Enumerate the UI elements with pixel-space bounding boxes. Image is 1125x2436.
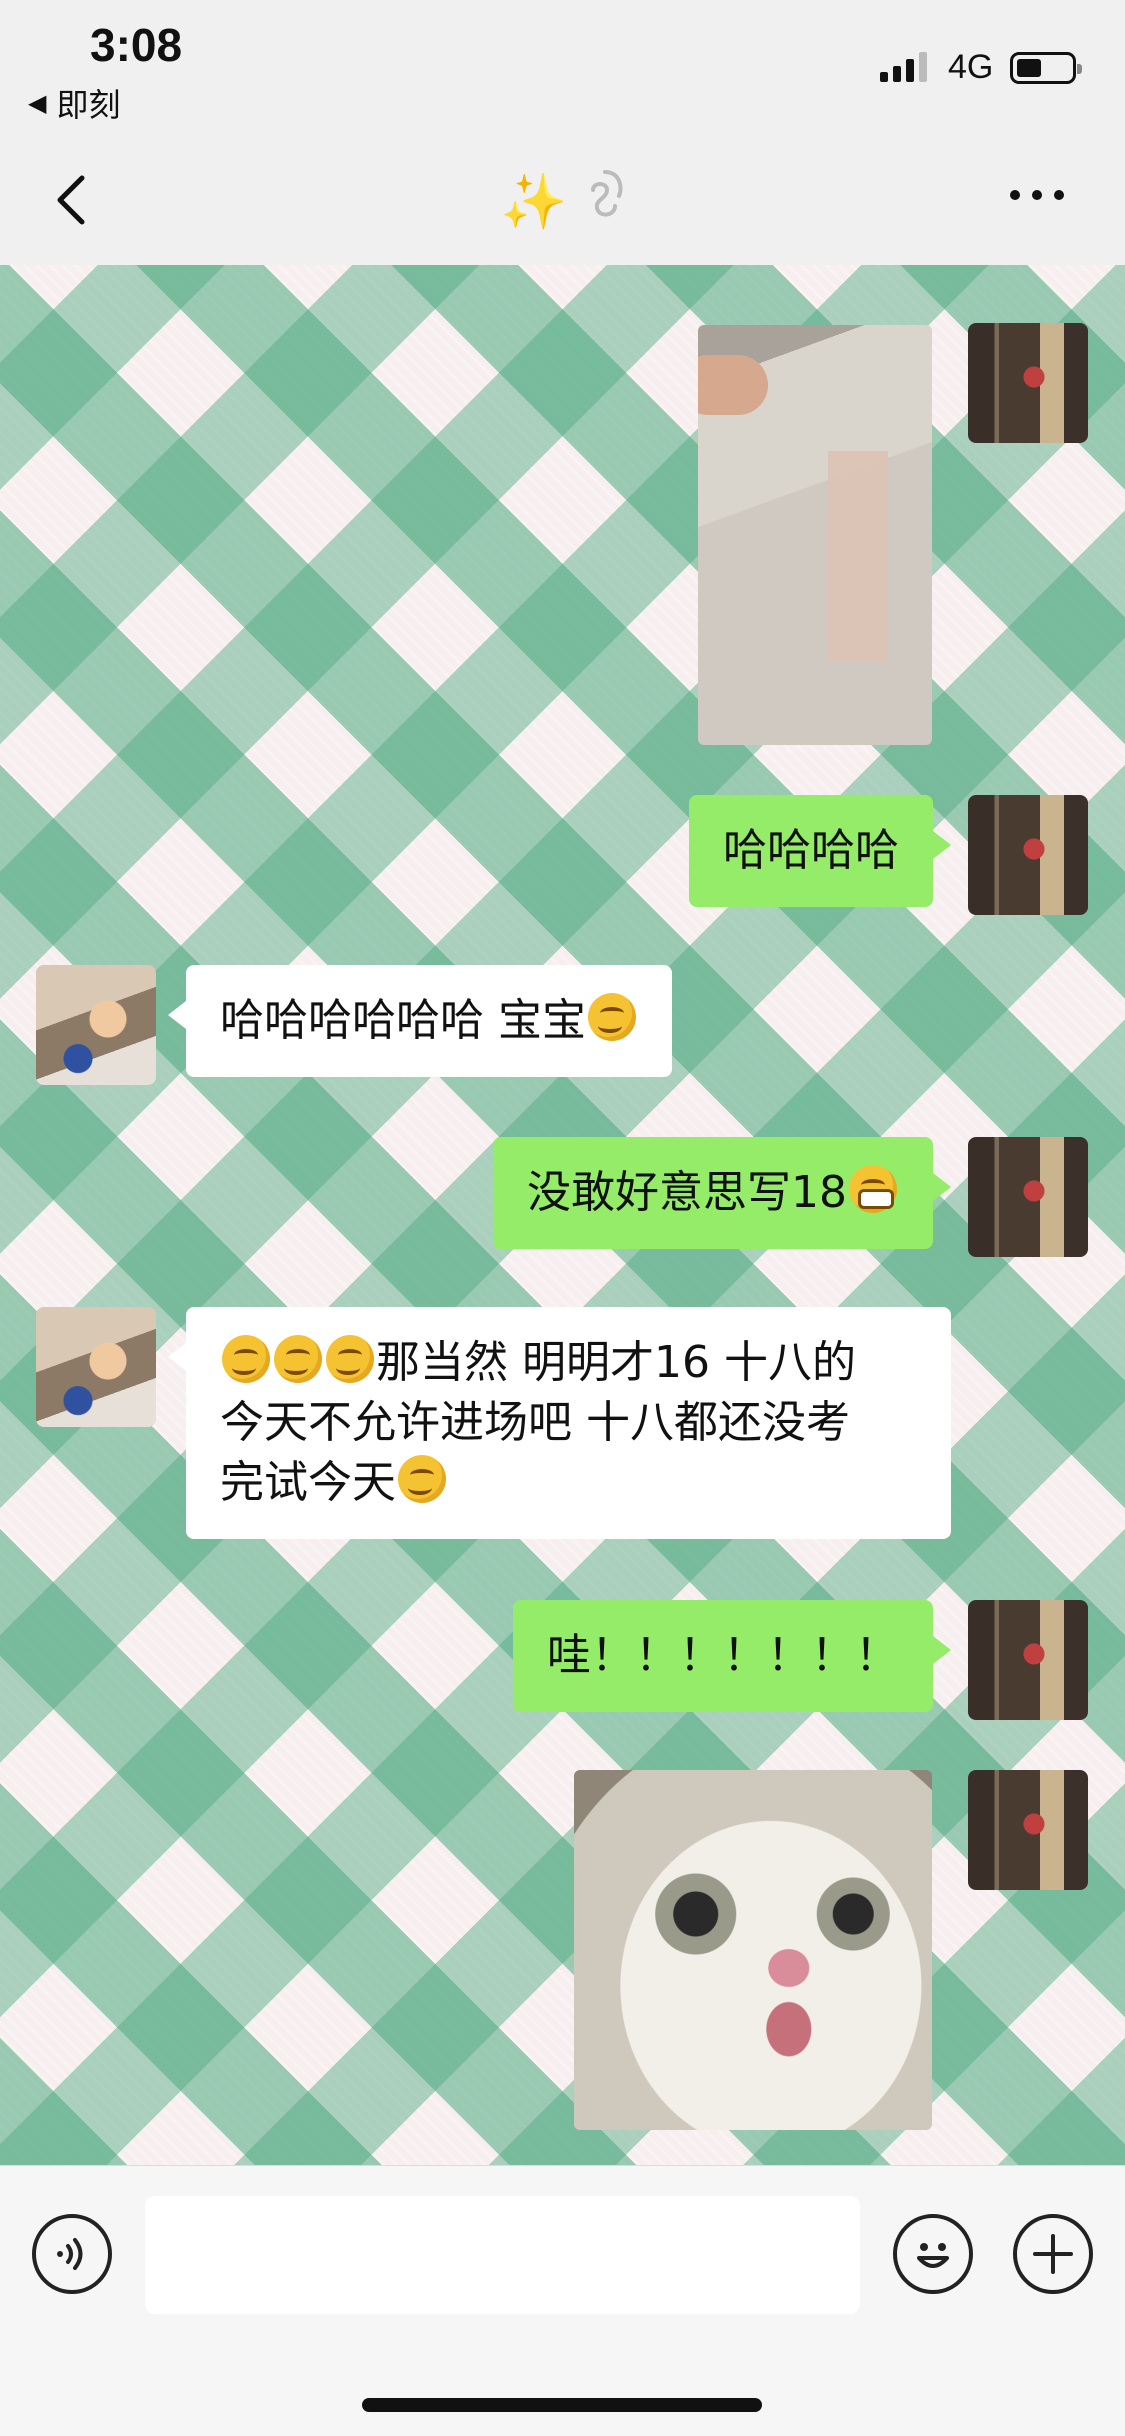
hand-image-detail (698, 355, 768, 415)
contact-message-bubble[interactable]: 那当然 明明才16 十八的 今天不允许进场吧 十八都还没考 完试今天 (168, 1307, 951, 1539)
my-avatar[interactable] (968, 1770, 1088, 1890)
hmm-emoji-icon (222, 1335, 270, 1383)
my-avatar[interactable] (968, 1600, 1088, 1720)
signal-icon (880, 50, 927, 82)
chat-title: ✨ (0, 168, 1125, 234)
chat-message-list[interactable]: 哈哈哈哈 哈哈哈哈哈哈 宝宝 没敢好意思写18 那当然 明明才16 十八的 今天… (0, 265, 1125, 2165)
contact-avatar[interactable] (36, 1307, 156, 1427)
network-type: 4G (948, 48, 994, 86)
cat-photo-message[interactable] (574, 1770, 932, 2130)
message-text: 哈哈哈哈哈哈 宝宝 (220, 995, 586, 1046)
back-app-label: 即刻 (56, 86, 121, 124)
hmm-emoji-icon (274, 1335, 322, 1383)
message-text: 那当然 明明才16 十八的 (376, 1337, 856, 1388)
message-text: 哈哈哈哈 (723, 825, 899, 876)
back-to-app-link[interactable]: ◀ 即刻 (28, 80, 120, 126)
chat-title-text: ✨ (500, 170, 568, 233)
contact-avatar[interactable] (36, 965, 156, 1085)
my-message-bubble[interactable]: 哇！！！！！！！ (513, 1600, 951, 1712)
message-line: 那当然 明明才16 十八的 (220, 1333, 917, 1393)
plus-icon[interactable] (1013, 2214, 1093, 2294)
message-text: 完试今天 (220, 1457, 396, 1508)
chat-header: ✨ (0, 140, 1125, 265)
message-text: 没敢好意思写18 (527, 1167, 847, 1218)
message-line: 完试今天 (220, 1453, 917, 1513)
message-input-bar (0, 2165, 1125, 2436)
hmm-emoji-icon (398, 1455, 446, 1503)
grin-emoji-icon (849, 1165, 897, 1213)
contact-message-bubble[interactable]: 哈哈哈哈哈哈 宝宝 (168, 965, 672, 1077)
my-message-bubble[interactable]: 哈哈哈哈 (689, 795, 951, 907)
document-photo-message[interactable] (698, 325, 932, 745)
my-message-bubble[interactable]: 没敢好意思写18 (493, 1137, 951, 1249)
my-avatar[interactable] (968, 795, 1088, 915)
more-dots-icon[interactable] (1010, 190, 1064, 200)
hmm-emoji-icon (326, 1335, 374, 1383)
message-input[interactable] (145, 2196, 860, 2314)
my-avatar[interactable] (968, 1137, 1088, 1257)
status-time: 3:08 (90, 19, 183, 71)
message-text: 哇！！！！！！！ (547, 1630, 899, 1681)
battery-icon (1010, 52, 1082, 84)
ear-icon (585, 170, 625, 233)
home-indicator[interactable] (362, 2398, 762, 2412)
message-text: 今天不允许进场吧 十八都还没考 (220, 1397, 850, 1448)
smiley-icon[interactable] (893, 2214, 973, 2294)
status-bar: 3:08 ◀ 即刻 4G (0, 0, 1125, 140)
voice-icon[interactable] (32, 2214, 112, 2294)
back-triangle-icon: ◀ (28, 89, 47, 117)
hmm-emoji-icon (588, 993, 636, 1041)
my-avatar[interactable] (968, 323, 1088, 443)
